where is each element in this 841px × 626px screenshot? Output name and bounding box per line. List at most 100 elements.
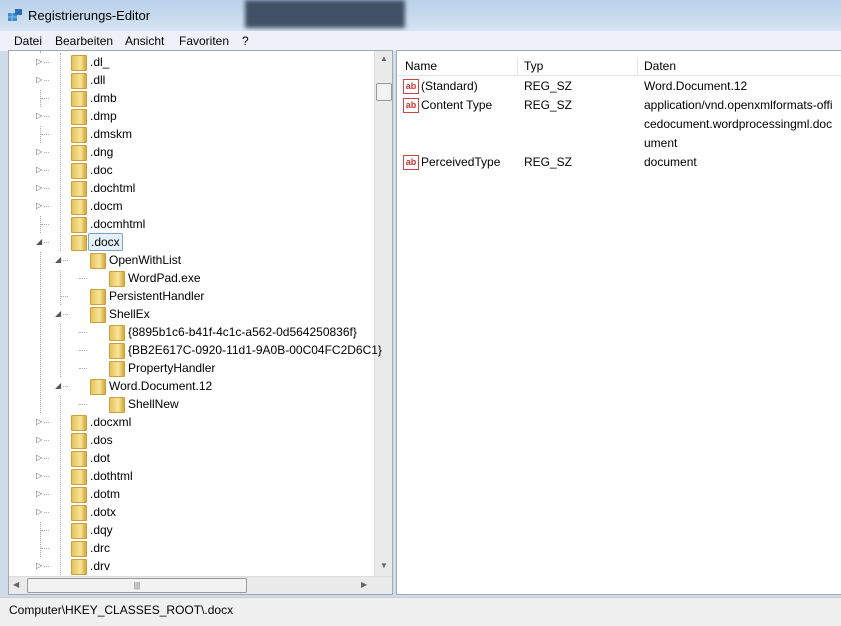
scroll-up-icon[interactable]: ▲ [380, 54, 388, 63]
value-name: Content Type [421, 98, 493, 112]
expand-arrow-icon[interactable]: ▷ [36, 71, 44, 89]
tree-connector [79, 332, 87, 333]
collapse-arrow-icon[interactable]: ◢ [36, 233, 44, 251]
expand-arrow-icon[interactable]: ▷ [36, 449, 44, 467]
column-typ[interactable]: Typ [518, 58, 638, 75]
scroll-left-icon[interactable]: ◀ [13, 580, 19, 589]
tree-item[interactable]: .dmb [9, 89, 374, 107]
expand-arrow-icon[interactable]: ▷ [36, 107, 44, 125]
menu-ansicht[interactable]: Ansicht [125, 34, 164, 48]
registry-tree[interactable]: ▲ ▼ ◀ ||| ▶ ▷ .dl_ ▷ .dll .dmb ▷ .dmp .dmskm ▷ .d… [8, 50, 393, 595]
column-daten[interactable]: Daten [638, 58, 838, 75]
folder-icon [71, 163, 87, 179]
menu-bearbeiten[interactable]: Bearbeiten [55, 34, 113, 48]
tree-item[interactable]: .docmhtml [9, 215, 374, 233]
tree-item-label: PersistentHandler [109, 289, 205, 303]
menu-datei[interactable]: Datei [14, 34, 42, 48]
expand-arrow-icon[interactable]: ▷ [36, 143, 44, 161]
expand-arrow-icon[interactable]: ▷ [36, 53, 44, 71]
folder-icon [71, 433, 87, 449]
folder-icon [71, 541, 87, 557]
tree-item[interactable]: ShellNew [9, 395, 374, 413]
collapse-arrow-icon[interactable]: ◢ [55, 305, 63, 323]
tree-item-label: .dll [90, 73, 106, 87]
folder-icon [71, 199, 87, 215]
tree-item[interactable]: ▷ .dll [9, 71, 374, 89]
value-row[interactable]: ab Content Type REG_SZ application/vnd.o… [397, 96, 841, 153]
tree-item[interactable]: ▷ .dochtml [9, 179, 374, 197]
folder-icon [109, 343, 125, 359]
collapse-arrow-icon[interactable]: ◢ [55, 377, 63, 395]
scroll-down-icon[interactable]: ▼ [380, 561, 388, 570]
expand-arrow-icon[interactable]: ▷ [36, 197, 44, 215]
column-name[interactable]: Name [397, 58, 518, 75]
tree-item-label: .dos [90, 433, 113, 447]
value-name: (Standard) [421, 79, 478, 93]
tree-item[interactable]: ▷ .docxml [9, 413, 374, 431]
tree-item-label: .dmb [90, 91, 117, 105]
scroll-thumb[interactable] [376, 83, 392, 101]
value-row[interactable]: ab (Standard) REG_SZ Word.Document.12 [397, 77, 841, 96]
tree-item[interactable]: ▷ .dmp [9, 107, 374, 125]
tree-item[interactable]: ▷ .dotm [9, 485, 374, 503]
tree-item-label: .dmskm [90, 127, 132, 141]
expand-arrow-icon[interactable]: ▷ [36, 413, 44, 431]
tree-item[interactable]: {BB2E617C-0920-11d1-9A0B-00C04FC2D6C1} [9, 341, 382, 359]
background-window [245, 0, 405, 28]
tree-item[interactable]: ▷ .dos [9, 431, 374, 449]
horizontal-scrollbar[interactable]: ◀ ||| ▶ [9, 576, 392, 594]
tree-item[interactable]: WordPad.exe [9, 269, 374, 287]
folder-icon [71, 181, 87, 197]
scroll-right-icon[interactable]: ▶ [361, 580, 367, 589]
tree-item[interactable]: .drc [9, 539, 374, 557]
tree-item[interactable]: ▷ .drv [9, 557, 374, 575]
folder-icon [71, 235, 87, 251]
menu-help[interactable]: ? [242, 34, 249, 48]
tree-item[interactable]: ▷ .docm [9, 197, 374, 215]
expand-arrow-icon[interactable]: ▷ [36, 467, 44, 485]
tree-item[interactable]: ▷ .doc [9, 161, 374, 179]
folder-icon [71, 73, 87, 89]
tree-connector [41, 98, 49, 99]
collapse-arrow-icon[interactable]: ◢ [55, 251, 63, 269]
folder-icon [109, 397, 125, 413]
values-list[interactable]: Name Typ Daten ab (Standard) REG_SZ Word… [396, 50, 841, 595]
tree-item[interactable]: PersistentHandler [9, 287, 374, 305]
folder-icon [90, 289, 106, 305]
tree-connector [79, 368, 87, 369]
tree-item[interactable]: .dqy [9, 521, 374, 539]
expand-arrow-icon[interactable]: ▷ [36, 503, 44, 521]
regedit-icon [7, 8, 23, 22]
status-bar: Computer\HKEY_CLASSES_ROOT\.docx [0, 597, 841, 626]
tree-item-label: .docmhtml [90, 217, 146, 231]
tree-item[interactable]: ◢ ShellEx [9, 305, 374, 323]
value-row[interactable]: ab PerceivedType REG_SZ document [397, 153, 841, 172]
vertical-scrollbar[interactable]: ▲ ▼ [374, 51, 392, 577]
tree-item[interactable]: ◢ .docx [9, 233, 374, 251]
menu-favoriten[interactable]: Favoriten [179, 34, 229, 48]
folder-icon [90, 253, 106, 269]
tree-item[interactable]: ▷ .dl_ [9, 53, 374, 71]
column-label: Daten [644, 59, 677, 73]
expand-arrow-icon[interactable]: ▷ [36, 161, 44, 179]
tree-item[interactable]: ◢ OpenWithList [9, 251, 374, 269]
tree-item[interactable]: ▷ .dothtml [9, 467, 374, 485]
tree-item[interactable]: ▷ .dotx [9, 503, 374, 521]
tree-item[interactable]: ◢ Word.Document.12 [9, 377, 374, 395]
tree-connector [79, 350, 87, 351]
scroll-thumb[interactable]: ||| [27, 578, 247, 593]
tree-item-label: {8895b1c6-b41f-4c1c-a562-0d564250836f} [128, 325, 357, 339]
folder-icon [71, 127, 87, 143]
expand-arrow-icon[interactable]: ▷ [36, 485, 44, 503]
expand-arrow-icon[interactable]: ▷ [36, 431, 44, 449]
expand-arrow-icon[interactable]: ▷ [36, 557, 44, 575]
tree-item-label: .dotm [90, 487, 121, 501]
folder-icon [71, 109, 87, 125]
tree-item[interactable]: .dmskm [9, 125, 374, 143]
tree-item[interactable]: {8895b1c6-b41f-4c1c-a562-0d564250836f} [9, 323, 374, 341]
tree-item-label: .dqy [90, 523, 113, 537]
tree-item[interactable]: ▷ .dng [9, 143, 374, 161]
tree-item[interactable]: ▷ .dot [9, 449, 374, 467]
tree-item[interactable]: PropertyHandler [9, 359, 374, 377]
expand-arrow-icon[interactable]: ▷ [36, 179, 44, 197]
